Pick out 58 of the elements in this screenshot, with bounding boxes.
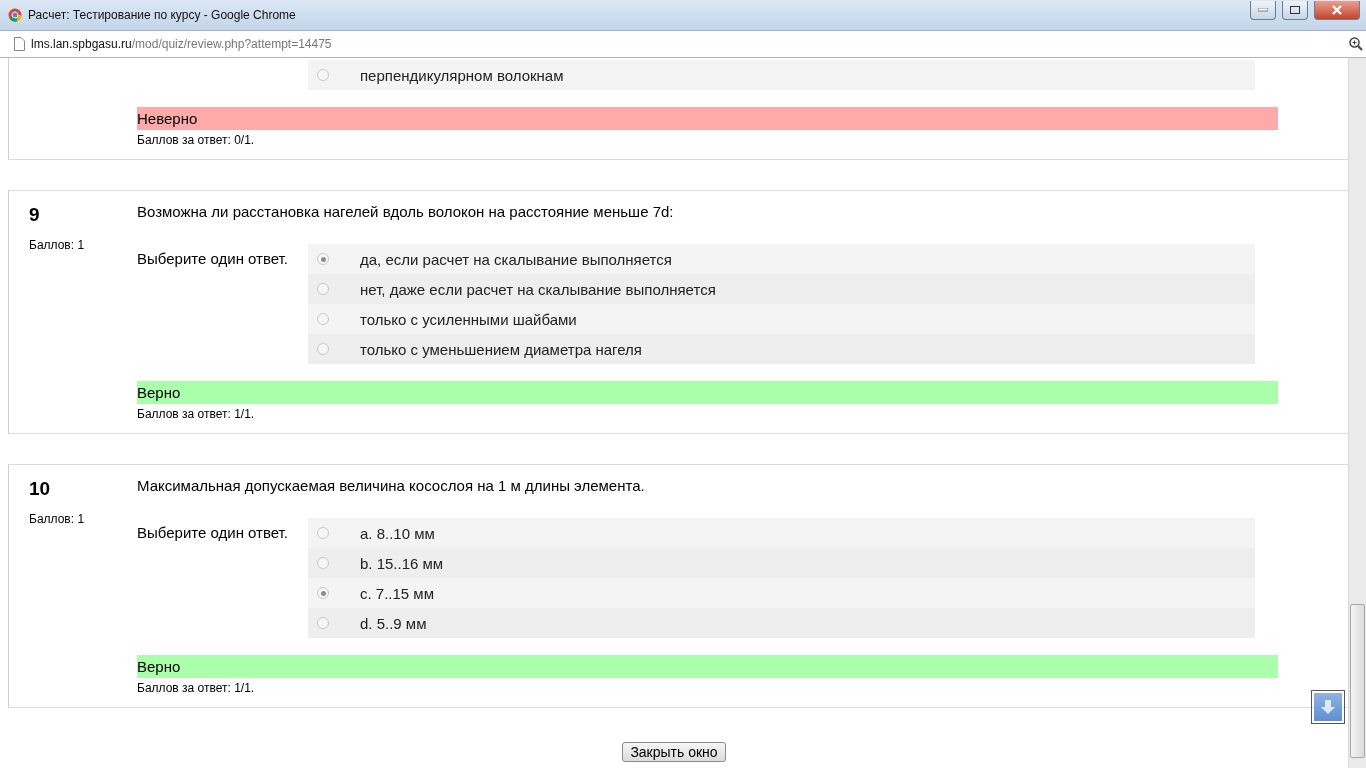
url-text: lms.lan.spbgasu.ru/mod/quiz/review.php?attempt=14475	[31, 37, 333, 51]
answer-option[interactable]: c. 7..15 мм	[308, 578, 1255, 608]
down-arrow-icon	[1320, 699, 1336, 715]
scrollbar-thumb[interactable]	[1350, 604, 1365, 758]
scrollbar[interactable]	[1348, 58, 1366, 768]
option-label: d. 5..9 мм	[360, 614, 427, 632]
answer-prompt: Выберите один ответ.	[137, 523, 289, 543]
close-icon	[1331, 4, 1343, 15]
close-button[interactable]	[1314, 0, 1360, 20]
answer-option[interactable]: b. 15..16 мм	[308, 548, 1255, 578]
option-label: b. 15..16 мм	[360, 554, 444, 572]
score-text: Баллов за ответ: 0/1.	[137, 133, 256, 147]
maximize-icon	[1290, 5, 1300, 14]
radio-button[interactable]	[317, 557, 329, 569]
option-label: нет, даже если расчет на скалывание выполняется	[360, 280, 716, 298]
option-label: c. 7..15 мм	[360, 584, 434, 602]
question-number: 10	[29, 478, 52, 500]
browser-logo-icon	[8, 8, 22, 22]
score-text: Баллов за ответ: 1/1.	[137, 407, 256, 421]
radio-button[interactable]	[317, 253, 329, 265]
close-window-button[interactable]: Закрыть окно	[622, 742, 726, 762]
radio-button[interactable]	[317, 69, 329, 81]
feedback-bar: Верно	[137, 381, 1278, 404]
maximize-button[interactable]	[1282, 0, 1308, 20]
option-label: да, если расчет на скалывание выполняется	[360, 250, 672, 268]
minimize-icon	[1258, 7, 1268, 12]
radio-button[interactable]	[317, 617, 329, 629]
zoom-icon[interactable]	[1349, 37, 1363, 51]
address-bar[interactable]: lms.lan.spbgasu.ru/mod/quiz/review.php?attempt=14475	[0, 30, 1366, 58]
answer-option[interactable]: a. 8..10 мм	[308, 518, 1255, 548]
scroll-down-button[interactable]	[1311, 690, 1345, 724]
minimize-button[interactable]	[1250, 0, 1276, 20]
radio-button[interactable]	[317, 283, 329, 295]
answer-option[interactable]: перпендикулярном волокнам	[308, 60, 1255, 90]
question-number: 9	[29, 204, 41, 226]
radio-button[interactable]	[317, 527, 329, 539]
question-marks: Баллов: 1	[29, 238, 86, 252]
option-label: только с усиленными шайбами	[360, 310, 577, 328]
window-title: Расчет: Тестирование по курсу - Google Chrome	[28, 8, 297, 22]
option-label: перпендикулярном волокнам	[360, 66, 564, 84]
answer-option[interactable]: d. 5..9 мм	[308, 608, 1255, 638]
question-text: Возможна ли расстановка нагелей вдоль волокон на расстояние меньше 7d:	[137, 203, 675, 220]
radio-button[interactable]	[317, 587, 329, 599]
answer-option[interactable]: да, если расчет на скалывание выполняется	[308, 244, 1255, 274]
score-text: Баллов за ответ: 1/1.	[137, 681, 256, 695]
page-icon	[14, 37, 25, 51]
radio-button[interactable]	[317, 313, 329, 325]
question-marks: Баллов: 1	[29, 512, 86, 526]
question-text: Максимальная допускаемая величина косослоя на 1 м длины элемента.	[137, 477, 646, 494]
answer-option[interactable]: только с усиленными шайбами	[308, 304, 1255, 334]
option-label: a. 8..10 мм	[360, 524, 435, 542]
answer-option[interactable]: нет, даже если расчет на скалывание выполняется	[308, 274, 1255, 304]
feedback-bar: Неверно	[137, 107, 1278, 130]
answer-option[interactable]: только с уменьшением диаметра нагеля	[308, 334, 1255, 364]
answer-prompt: Выберите один ответ.	[137, 249, 289, 269]
radio-button[interactable]	[317, 343, 329, 355]
feedback-bar: Верно	[137, 655, 1278, 678]
option-label: только с уменьшением диаметра нагеля	[360, 340, 642, 358]
